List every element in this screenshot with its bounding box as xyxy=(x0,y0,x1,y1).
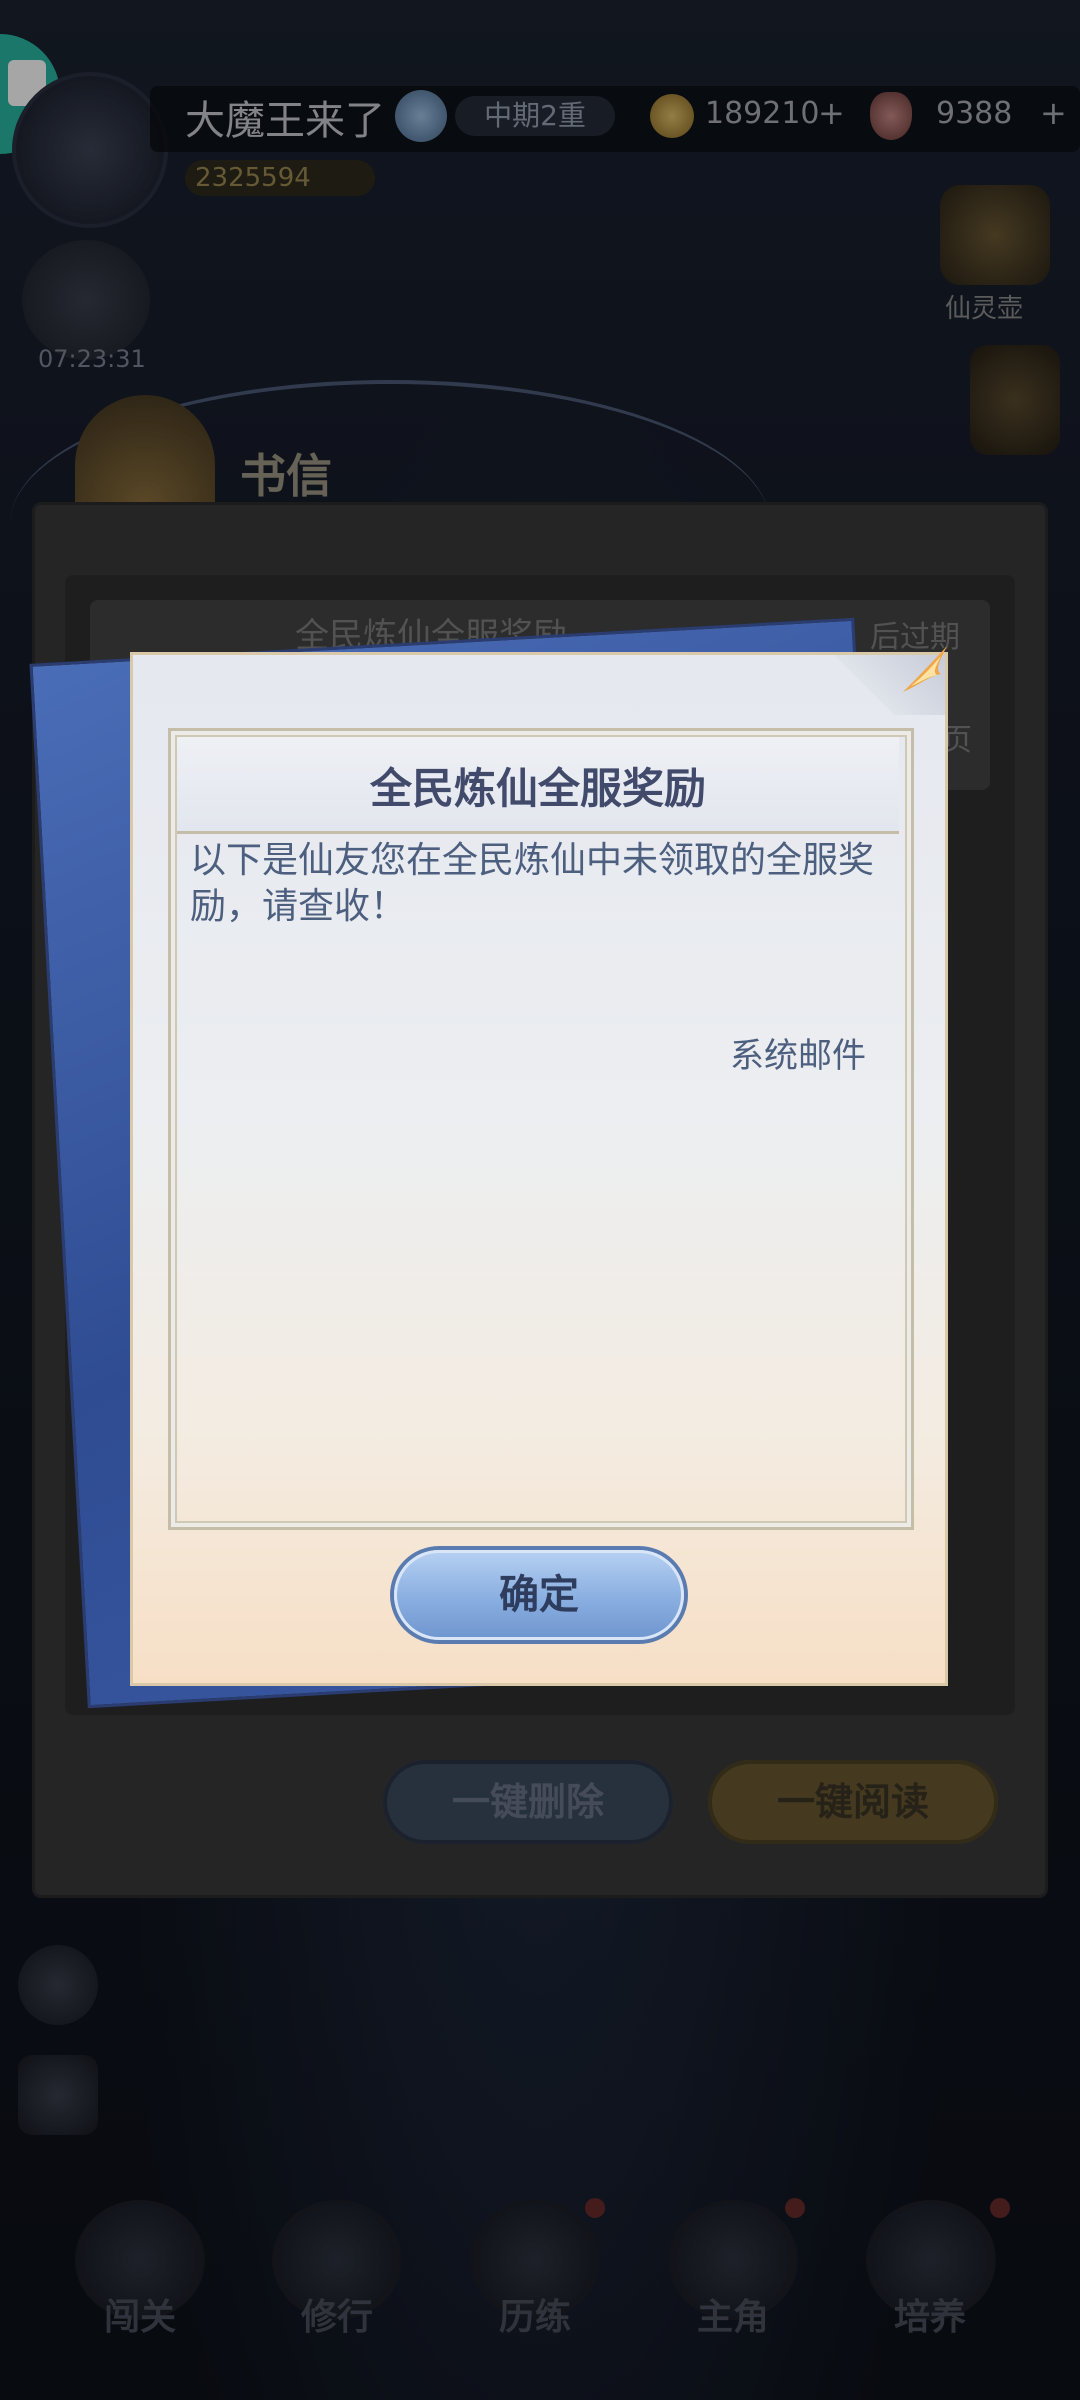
flame-icon xyxy=(903,646,947,692)
letter-body: 以下是仙友您在全民炼仙中未领取的全服奖励，请查收！ xyxy=(190,840,875,927)
letter-title: 全民炼仙全服奖励 xyxy=(369,764,706,813)
confirm-button[interactable]: 确定 xyxy=(394,1550,684,1640)
letter-signature: 系统邮件 xyxy=(730,1036,866,1076)
